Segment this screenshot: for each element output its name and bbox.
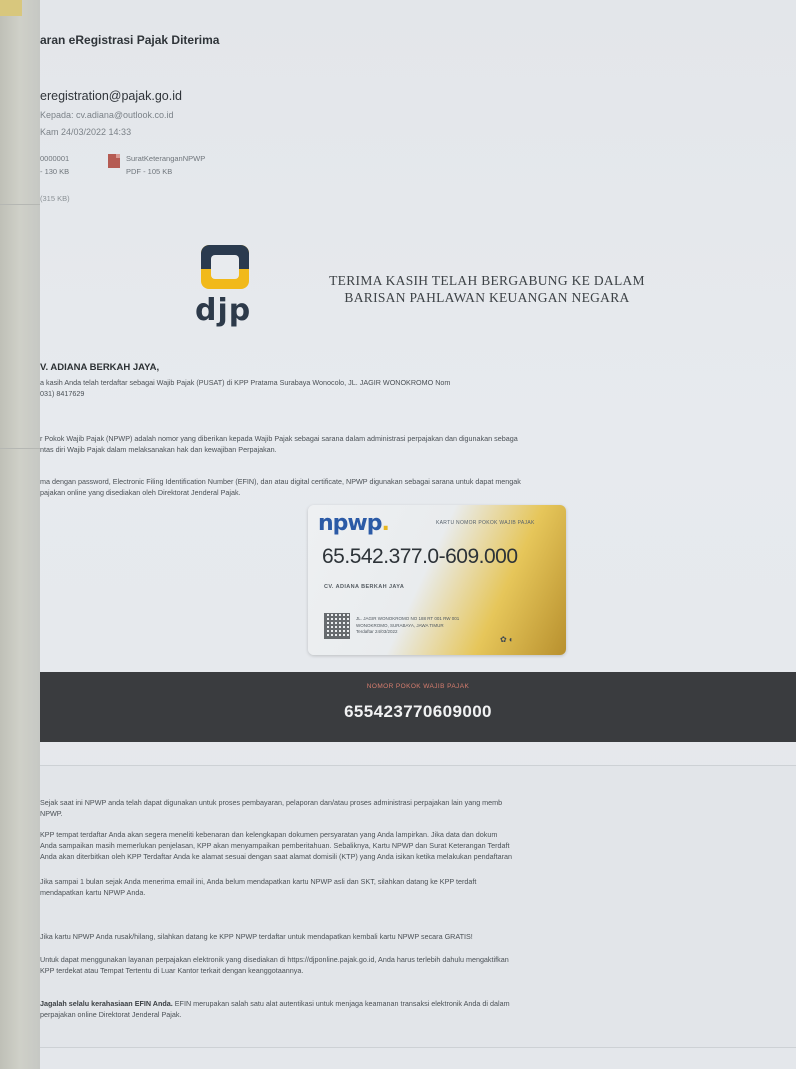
attachment-size: PDF - 105 KB: [126, 167, 173, 176]
sidebar-divider: [0, 448, 40, 449]
left-sidebar-strip: [0, 0, 40, 1069]
paragraph-line: Jika sampai 1 bulan sejak Anda menerima …: [40, 877, 477, 886]
section-divider: [40, 1047, 796, 1048]
paragraph-line: a kasih Anda telah terdaftar sebagai Waj…: [40, 378, 451, 387]
banner-label: NOMOR POKOK WAJIB PAJAK: [366, 683, 470, 690]
npwp-definition-paragraph: r Pokok Wajib Pajak (NPWP) adalah nomor …: [40, 433, 792, 455]
info-paragraph: Sejak saat ini NPWP anda telah dapat dig…: [40, 797, 792, 819]
npwp-card-header: KARTU NOMOR POKOK WAJIB PAJAK: [436, 520, 535, 526]
attachment-name: 0000001: [40, 154, 70, 163]
paragraph-line: Jagalah selalu kerahasiaan EFIN Anda. EF…: [40, 998, 792, 1009]
npwp-card-brand: npwp.: [318, 511, 390, 536]
welcome-line: BARISAN PAHLAWAN KEUANGAN NEGARA: [344, 290, 630, 305]
paragraph-line: KPP tempat terdaftar Anda akan segera me…: [40, 830, 498, 839]
welcome-line: TERIMA KASIH TELAH BERGABUNG KE DALAM: [329, 273, 645, 288]
paragraph-line: r Pokok Wajib Pajak (NPWP) adalah nomor …: [40, 434, 518, 443]
info-paragraph: Untuk dapat menggunakan layanan perpajak…: [40, 954, 792, 976]
paragraph-line: Jika kartu NPWP Anda rusak/hilang, silah…: [40, 932, 473, 941]
info-paragraph: KPP tempat terdaftar Anda akan segera me…: [40, 829, 792, 862]
info-paragraph: Jika sampai 1 bulan sejak Anda menerima …: [40, 876, 792, 898]
paragraph-line: Anda akan diterbitkan oleh KPP Terdaftar…: [40, 852, 512, 861]
email-date: Kam 24/03/2022 14:33: [40, 127, 132, 137]
npwp-card-name: CV. ADIANA BERKAH JAYA: [324, 584, 405, 590]
qr-code-icon: [324, 613, 350, 639]
addressee: V. ADIANA BERKAH JAYA,: [40, 362, 160, 373]
attachment-item[interactable]: SuratKeteranganNPWP PDF - 105 KB: [108, 152, 205, 178]
djp-logo-text: djp: [195, 293, 252, 328]
djp-logo: djp: [192, 245, 262, 335]
attachments-total-size: (315 KB): [40, 194, 70, 203]
npwp-number-banner: NOMOR POKOK WAJIB PAJAK 655423770609000: [40, 672, 796, 742]
efin-warning-bold: Jagalah selalu kerahasiaan EFIN Anda.: [40, 999, 173, 1008]
paragraph-line: Untuk dapat menggunakan layanan perpajak…: [40, 955, 509, 964]
paragraph-line: KPP terdekat atau Tempat Tertentu di Lua…: [40, 966, 304, 975]
npwp-card-image: npwp. KARTU NOMOR POKOK WAJIB PAJAK 65.5…: [308, 505, 566, 655]
attachment-name: SuratKeteranganNPWP: [126, 154, 206, 163]
paragraph-line: ma dengan password, Electronic Filing Id…: [40, 477, 521, 486]
intro-paragraph: a kasih Anda telah terdaftar sebagai Waj…: [40, 377, 792, 399]
djp-logo-icon: [201, 245, 249, 289]
npwp-card-info: JL. JAGIR WONOKROMO NO 188 RT 001 RW 001…: [356, 616, 486, 636]
paragraph-line: Anda sampaikan masih memerlukan penjelas…: [40, 841, 510, 850]
attachment-size: - 130 KB: [40, 167, 70, 176]
attachment-item[interactable]: 0000001 - 130 KB: [40, 152, 69, 178]
npwp-card-registered: Terdaftar 24/03/2022: [356, 629, 398, 634]
paragraph-line: NPWP.: [40, 809, 63, 818]
section-divider: [40, 765, 796, 766]
email-subject: aran eRegistrasi Pajak Diterima: [40, 33, 220, 47]
welcome-heading: TERIMA KASIH TELAH BERGABUNG KE DALAM BA…: [277, 272, 697, 306]
paragraph-line: Sejak saat ini NPWP anda telah dapat dig…: [40, 798, 503, 807]
paragraph-line: ntas diri Wajib Pajak dalam melaksanakan…: [40, 445, 277, 454]
email-reading-pane: aran eRegistrasi Pajak Diterima eregistr…: [40, 0, 796, 1069]
email-recipient: Kepada: cv.adiana@outlook.co.id: [40, 110, 174, 120]
npwp-card-address: JL. JAGIR WONOKROMO NO 188 RT 001 RW 001…: [356, 616, 460, 628]
npwp-card-logos-icon: ✿ ◐: [500, 635, 514, 644]
email-sender[interactable]: eregistration@pajak.go.id: [40, 89, 182, 103]
pdf-file-icon: [108, 154, 120, 168]
paragraph-line: perpajakan online Direktorat Jenderal Pa…: [40, 1010, 182, 1019]
sidebar-divider: [0, 204, 40, 205]
paragraph-line: mendapatkan kartu NPWP Anda.: [40, 888, 146, 897]
paragraph-line: 031) 8417629: [40, 389, 85, 398]
paragraph-line: pajakan online yang disediakan oleh Dire…: [40, 488, 241, 497]
efin-warning-text: EFIN merupakan salah satu alat autentika…: [172, 999, 510, 1008]
info-paragraph: Jika kartu NPWP Anda rusak/hilang, silah…: [40, 931, 792, 942]
efin-paragraph: ma dengan password, Electronic Filing Id…: [40, 476, 792, 498]
npwp-card-number: 65.542.377.0-609.000: [322, 545, 518, 568]
info-paragraph: Jagalah selalu kerahasiaan EFIN Anda. EF…: [40, 998, 792, 1020]
banner-npwp-number: 655423770609000: [344, 702, 492, 721]
sidebar-accent: [0, 0, 22, 16]
